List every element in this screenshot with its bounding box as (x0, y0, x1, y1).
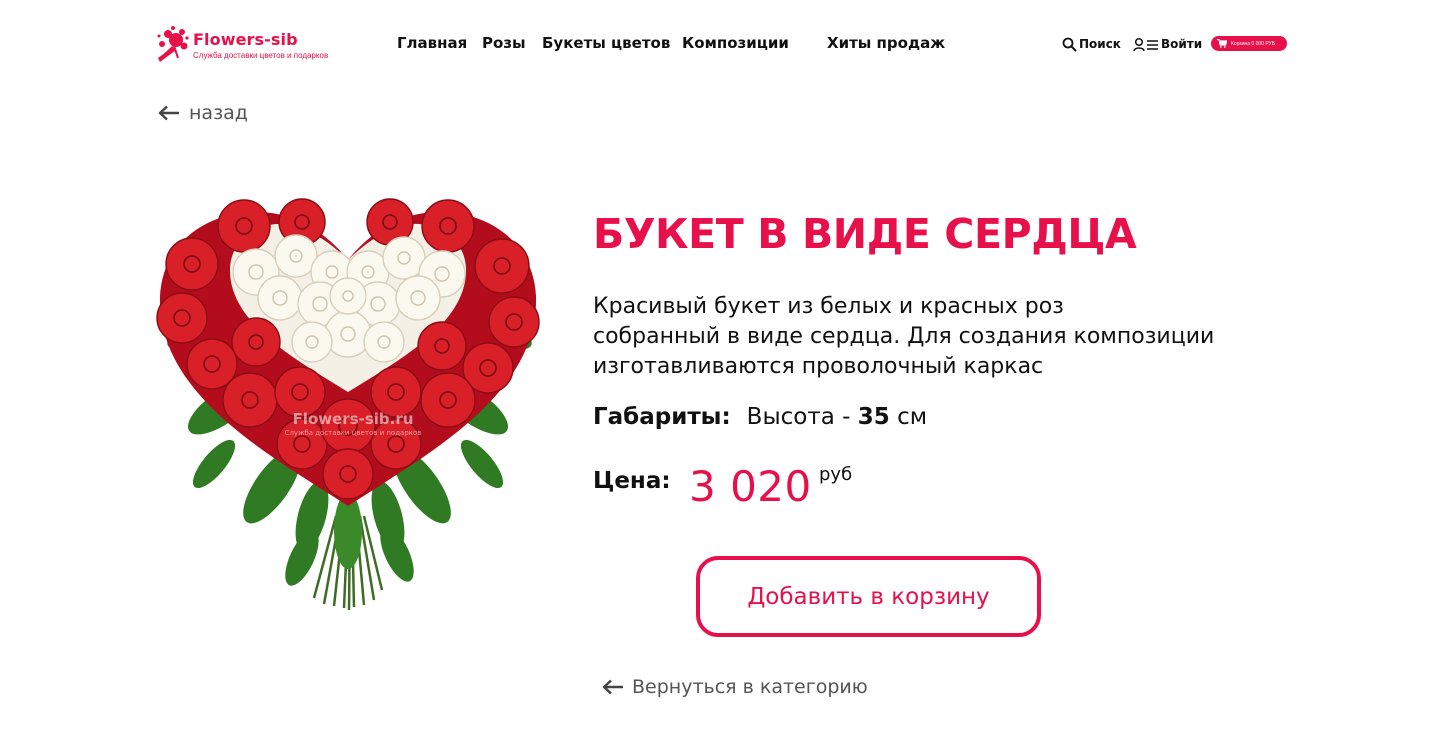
logo-flower-icon (157, 26, 189, 62)
price-value: 3 020 (689, 462, 812, 511)
nav-item-compositions[interactable]: Композиции (682, 32, 789, 54)
back-link[interactable]: назад (158, 98, 248, 128)
nav-item-roses[interactable]: Розы (482, 32, 526, 54)
product-dimensions: Габариты: Высота - 35 см (593, 404, 927, 438)
login-label: Войти (1161, 37, 1203, 51)
watermark-subtext: Служба доставки цветов и подарков (284, 429, 422, 437)
cart-button[interactable]: Корзина 0 000 РУБ (1211, 36, 1287, 51)
nav-item-home[interactable]: Главная (397, 32, 467, 54)
nav-item-bouquets[interactable]: Букеты цветов (542, 32, 670, 54)
description-line: Красивый букет из белых и красных роз (593, 294, 1064, 319)
product-image: Flowers-sib.ru Служба доставки цветов и … (152, 186, 544, 614)
login-button[interactable]: Войти (1133, 35, 1202, 53)
logo-tagline: Служба доставки цветов и подарков (193, 51, 329, 60)
dimensions-number: 35 (857, 404, 890, 430)
shopping-cart-icon (1217, 39, 1227, 48)
logo-name: Flowers-sib (193, 30, 298, 49)
product-title: БУКЕТ В ВИДЕ СЕРДЦА (593, 210, 1137, 258)
site-header: Flowers-sib Служба доставки цветов и под… (0, 0, 1440, 86)
nav-item-bestsellers[interactable]: Хиты продаж (827, 32, 945, 54)
search-label: Поиск (1079, 37, 1121, 51)
add-to-cart-label: Добавить в корзину (747, 583, 990, 610)
arrow-left-icon (158, 105, 179, 121)
return-to-category-link[interactable]: Вернуться в категорию (602, 672, 868, 702)
cart-label: Корзина 0 000 РУБ (1231, 40, 1276, 47)
search-icon (1062, 37, 1077, 51)
search-button[interactable]: Поиск (1062, 35, 1121, 53)
dimensions-unit: см (889, 404, 928, 430)
user-menu-icon (1133, 37, 1158, 51)
description-line: изготавливаются проволочный каркас (593, 354, 1044, 379)
price-currency: руб (819, 464, 853, 485)
dimensions-value: Высота - 35 см (747, 404, 927, 430)
image-watermark: Flowers-sib.ru Служба доставки цветов и … (278, 410, 428, 437)
dimensions-label: Габариты: (593, 404, 731, 430)
watermark-text: Flowers-sib.ru (292, 410, 414, 428)
bouquet-illustration (156, 198, 540, 611)
description-line: собранный в виде сердца. Для создания ко… (593, 324, 1215, 349)
logo[interactable]: Flowers-sib Служба доставки цветов и под… (154, 24, 344, 66)
dimensions-prefix: Высота - (746, 404, 858, 430)
add-to-cart-button[interactable]: Добавить в корзину (696, 556, 1041, 637)
back-label: назад (189, 102, 248, 124)
product-description: Красивый букет из белых и красных роз со… (593, 292, 1273, 382)
return-to-category-label: Вернуться в категорию (632, 676, 868, 698)
price-label: Цена: (593, 468, 671, 494)
arrow-left-icon (602, 679, 623, 695)
